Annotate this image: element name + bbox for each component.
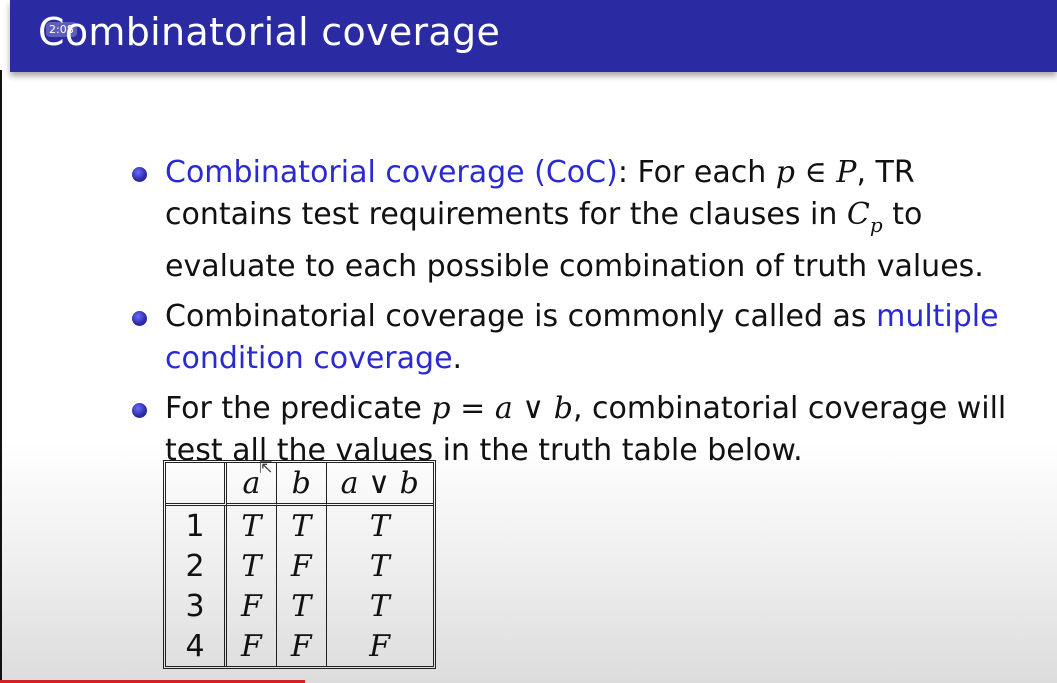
row-index: 2 <box>166 546 227 586</box>
math-P: P <box>836 155 857 190</box>
table-header-row: a b a ∨ b <box>166 463 433 506</box>
text: : For each <box>617 155 776 190</box>
table-row: 4 F F F <box>166 626 433 666</box>
bullet-dot-icon <box>132 403 147 418</box>
table-row: 2 T F T <box>166 546 433 586</box>
slide-title-bar: Combinatorial coverage 2:08 <box>10 0 1057 72</box>
bullet-mcc-alias: Combinatorial coverage is commonly calle… <box>128 296 1038 380</box>
slide-title: Combinatorial coverage <box>38 10 501 54</box>
bullet-dot-icon <box>132 167 147 182</box>
math-p: p <box>775 155 795 190</box>
math-op-or: ∨ <box>512 391 554 426</box>
cell-b: T <box>277 506 327 546</box>
math-C: C <box>846 197 870 232</box>
math-op-eq: = <box>450 391 495 426</box>
text: For the predicate <box>165 391 432 426</box>
slide-left-border <box>0 70 2 683</box>
cell-a: T <box>227 506 277 546</box>
text: . <box>452 341 463 376</box>
cell-a: F <box>227 626 277 666</box>
mouse-cursor-icon: ⇱ <box>259 458 273 477</box>
cell-b: F <box>277 626 327 666</box>
cell-a: T <box>227 546 277 586</box>
cell-a-or-b: T <box>369 508 390 544</box>
math-a: a <box>494 391 513 426</box>
row-index: 3 <box>166 586 227 626</box>
math-b: b <box>553 391 573 426</box>
cell-b: T <box>277 586 327 626</box>
cell-a-or-b: T <box>369 548 390 584</box>
cell-a-or-b: T <box>369 588 390 624</box>
term-combinatorial-coverage: Combinatorial coverage (CoC) <box>165 155 618 190</box>
row-index: 4 <box>166 626 227 666</box>
header-cell-b: b <box>276 463 327 506</box>
text: Combinatorial coverage is commonly calle… <box>165 299 877 334</box>
math-p: p <box>431 391 451 426</box>
truth-table: a b a ∨ b 1 T T T 2 T F T 3 F T T 4 F F … <box>163 460 436 669</box>
header-cell-a-or-b: a ∨ b <box>326 463 433 506</box>
cell-a: F <box>227 586 277 626</box>
video-timestamp: 2:08 <box>46 22 77 37</box>
cell-a-or-b: F <box>369 628 391 664</box>
row-index: 1 <box>166 506 227 546</box>
bullet-dot-icon <box>132 311 147 326</box>
bullet-list: Combinatorial coverage (CoC): For each p… <box>128 152 1038 480</box>
cell-b: F <box>277 546 327 586</box>
header-cell-index <box>166 463 227 506</box>
table-row: 3 F T T <box>166 586 433 626</box>
math-subscript-p: p <box>869 213 883 237</box>
table-row: 1 T T T <box>166 506 433 546</box>
bullet-coc-definition: Combinatorial coverage (CoC): For each p… <box>128 152 1038 288</box>
math-op-in: ∈ <box>794 155 837 190</box>
